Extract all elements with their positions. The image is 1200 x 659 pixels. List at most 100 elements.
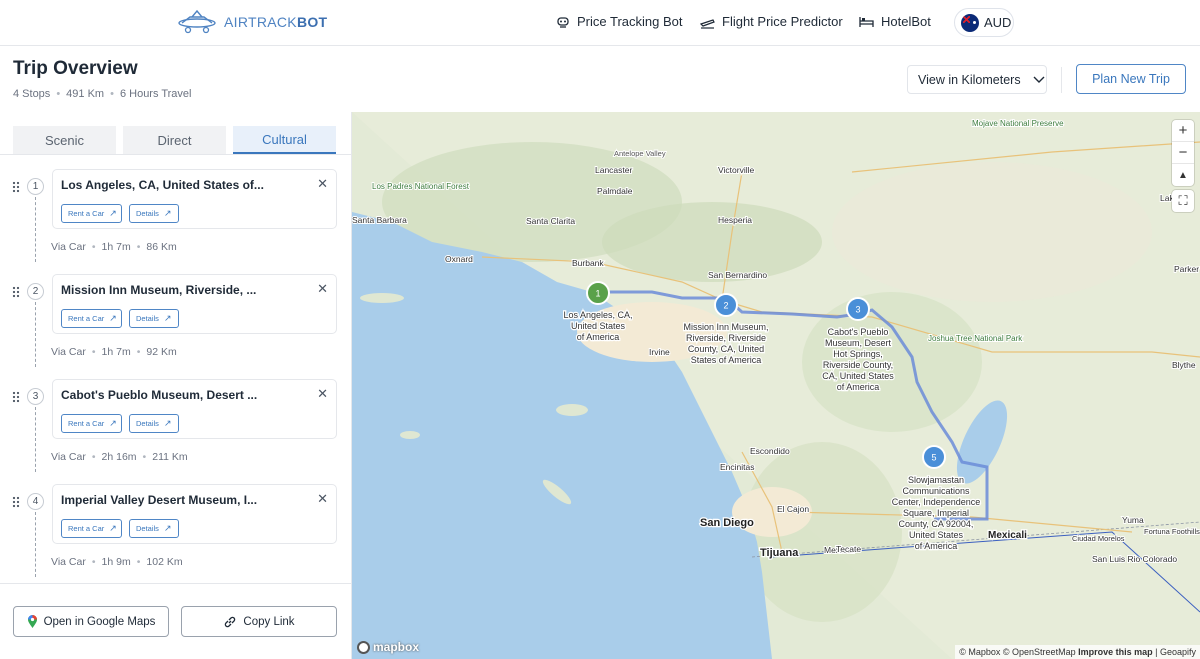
stop-card[interactable]: Cabot's Pueblo Museum, Desert ... ✕ Rent… [52, 379, 337, 439]
compass-icon[interactable]: ▲ [1172, 164, 1194, 186]
place-label: Parker [1174, 264, 1199, 274]
separator-dot: • [91, 556, 96, 568]
place-label: Encinitas [720, 462, 755, 472]
map-marker-5[interactable]: 5 [922, 445, 946, 469]
remove-stop-icon[interactable]: ✕ [317, 281, 328, 297]
leg-time: 1h 7m [101, 346, 131, 358]
marker-label-line: Center, Independence [892, 497, 981, 507]
marker-label-line: Los Angeles, CA, [563, 310, 632, 320]
rent-a-car-button[interactable]: Rent a Car ↗ [61, 204, 122, 223]
route-connector [35, 197, 36, 262]
separator-dot: • [136, 241, 141, 253]
nav-hotelbot[interactable]: HotelBot [859, 14, 931, 29]
chevron-down-icon [1033, 76, 1045, 83]
zoom-in-button[interactable]: + [1172, 120, 1194, 142]
remove-stop-icon[interactable]: ✕ [317, 491, 328, 507]
tab-scenic[interactable]: Scenic [13, 126, 116, 154]
stop-item: 3 Cabot's Pueblo Museum, Desert ... ✕ Re… [0, 365, 351, 472]
marker-number: 3 [855, 305, 860, 315]
map-marker-2[interactable]: 2 [714, 293, 738, 317]
place-label: Fortuna Foothills [1144, 527, 1200, 536]
stop-number: 2 [27, 283, 44, 300]
marker-label-line: of America [577, 332, 620, 342]
details-button[interactable]: Details ↗ [129, 204, 179, 223]
map-marker-3[interactable]: 3 [846, 297, 870, 321]
place-label: Blythe [1172, 360, 1196, 370]
plan-new-trip-button[interactable]: Plan New Trip [1076, 64, 1186, 94]
park-label: Los Padres National Forest [372, 182, 470, 191]
marker-label-line: County, CA, United [688, 344, 764, 354]
details-button[interactable]: Details ↗ [129, 414, 179, 433]
separator-dot: • [91, 241, 96, 253]
brand-name: AIRTRACKBOT [224, 14, 328, 30]
tab-direct[interactable]: Direct [123, 126, 226, 154]
stop-card[interactable]: Mission Inn Museum, Riverside, ... ✕ Ren… [52, 274, 337, 334]
separator-dot: • [56, 88, 61, 100]
stop-card[interactable]: Los Angeles, CA, United States of... ✕ R… [52, 169, 337, 229]
place-label: Lancaster [595, 165, 632, 175]
marker-label-line: States of America [691, 355, 762, 365]
travel-leg-info: Via Car • 1h 9m • 102 Km [51, 556, 183, 568]
stop-title: Mission Inn Museum, Riverside, ... [61, 283, 257, 297]
nav-price-tracking-bot[interactable]: Price Tracking Bot [556, 14, 683, 29]
separator-dot: • [91, 451, 96, 463]
city-label: San Diego [700, 517, 754, 529]
marker-number: 5 [931, 453, 936, 463]
place-label: Santa Clarita [526, 216, 575, 226]
currency-selector[interactable]: AUD [954, 8, 1014, 37]
marker-label-line: CA, United States [822, 371, 894, 381]
fullscreen-icon[interactable]: ⛶ [1172, 190, 1194, 212]
remove-stop-icon[interactable]: ✕ [317, 386, 328, 402]
attribution-link[interactable]: © OpenStreetMap [1003, 647, 1076, 657]
park-label: Mojave National Preserve [972, 119, 1064, 128]
details-button[interactable]: Details ↗ [129, 309, 179, 328]
currency-code: AUD [984, 15, 1012, 30]
place-label: Antelope Valley [614, 149, 666, 158]
zoom-out-button[interactable]: − [1172, 142, 1194, 164]
button-label: Open in Google Maps [43, 615, 156, 628]
stop-card[interactable]: Imperial Valley Desert Museum, I... ✕ Re… [52, 484, 337, 544]
place-label: Escondido [750, 446, 790, 456]
attribution-link[interactable]: © Mapbox [959, 647, 1000, 657]
place-label: Hesperia [718, 215, 752, 225]
map-marker-1[interactable]: 1 [586, 281, 610, 305]
button-label: Details [136, 524, 159, 533]
drag-handle-icon[interactable] [12, 496, 20, 508]
leg-mode: Via Car [51, 241, 86, 253]
nav-flight-price-predictor[interactable]: Flight Price Predictor [700, 14, 843, 29]
route-map[interactable]: 1 2 3 5 Los Angeles, CA, United States o… [352, 112, 1200, 659]
rent-a-car-button[interactable]: Rent a Car ↗ [61, 309, 122, 328]
copy-link-button[interactable]: Copy Link [181, 606, 337, 637]
rent-a-car-button[interactable]: Rent a Car ↗ [61, 519, 122, 538]
details-button[interactable]: Details ↗ [129, 519, 179, 538]
map-canvas[interactable]: 1 2 3 5 Los Angeles, CA, United States o… [352, 112, 1200, 659]
airplane-icon [700, 18, 715, 29]
button-label: Rent a Car [68, 419, 105, 428]
external-link-icon: ↗ [109, 418, 117, 428]
remove-stop-icon[interactable]: ✕ [317, 176, 328, 192]
marker-number: 2 [723, 301, 728, 311]
city-label: Tijuana [760, 547, 799, 559]
mapbox-logo[interactable]: mapbox [357, 640, 419, 654]
tab-cultural[interactable]: Cultural [233, 126, 336, 154]
marker-label-line: Riverside County, [823, 360, 893, 370]
improve-map-link[interactable]: Improve this map [1078, 647, 1153, 657]
rent-a-car-button[interactable]: Rent a Car ↗ [61, 414, 122, 433]
attribution-link[interactable]: Geoapify [1160, 647, 1196, 657]
city-label: Mexicali [988, 530, 1027, 541]
external-link-icon: ↗ [109, 523, 117, 533]
drag-handle-icon[interactable] [12, 391, 20, 403]
brand-logo[interactable]: AIRTRACKBOT [174, 9, 327, 35]
stop-list: 1 Los Angeles, CA, United States of... ✕… [0, 155, 351, 583]
stop-title: Cabot's Pueblo Museum, Desert ... [61, 388, 258, 402]
place-label: Santa Barbara [352, 215, 407, 225]
airplane-logo-icon [178, 9, 216, 34]
marker-label-line: Square, Imperial [903, 508, 969, 518]
open-in-google-maps-button[interactable]: Open in Google Maps [13, 606, 169, 637]
place-label: Ciudad Morelos [1072, 534, 1125, 543]
units-dropdown[interactable]: View in Kilometers [907, 65, 1047, 94]
drag-handle-icon[interactable] [12, 286, 20, 298]
drag-handle-icon[interactable] [12, 181, 20, 193]
leg-time: 1h 9m [101, 556, 131, 568]
stop-item: 4 Imperial Valley Desert Museum, I... ✕ … [0, 470, 351, 577]
